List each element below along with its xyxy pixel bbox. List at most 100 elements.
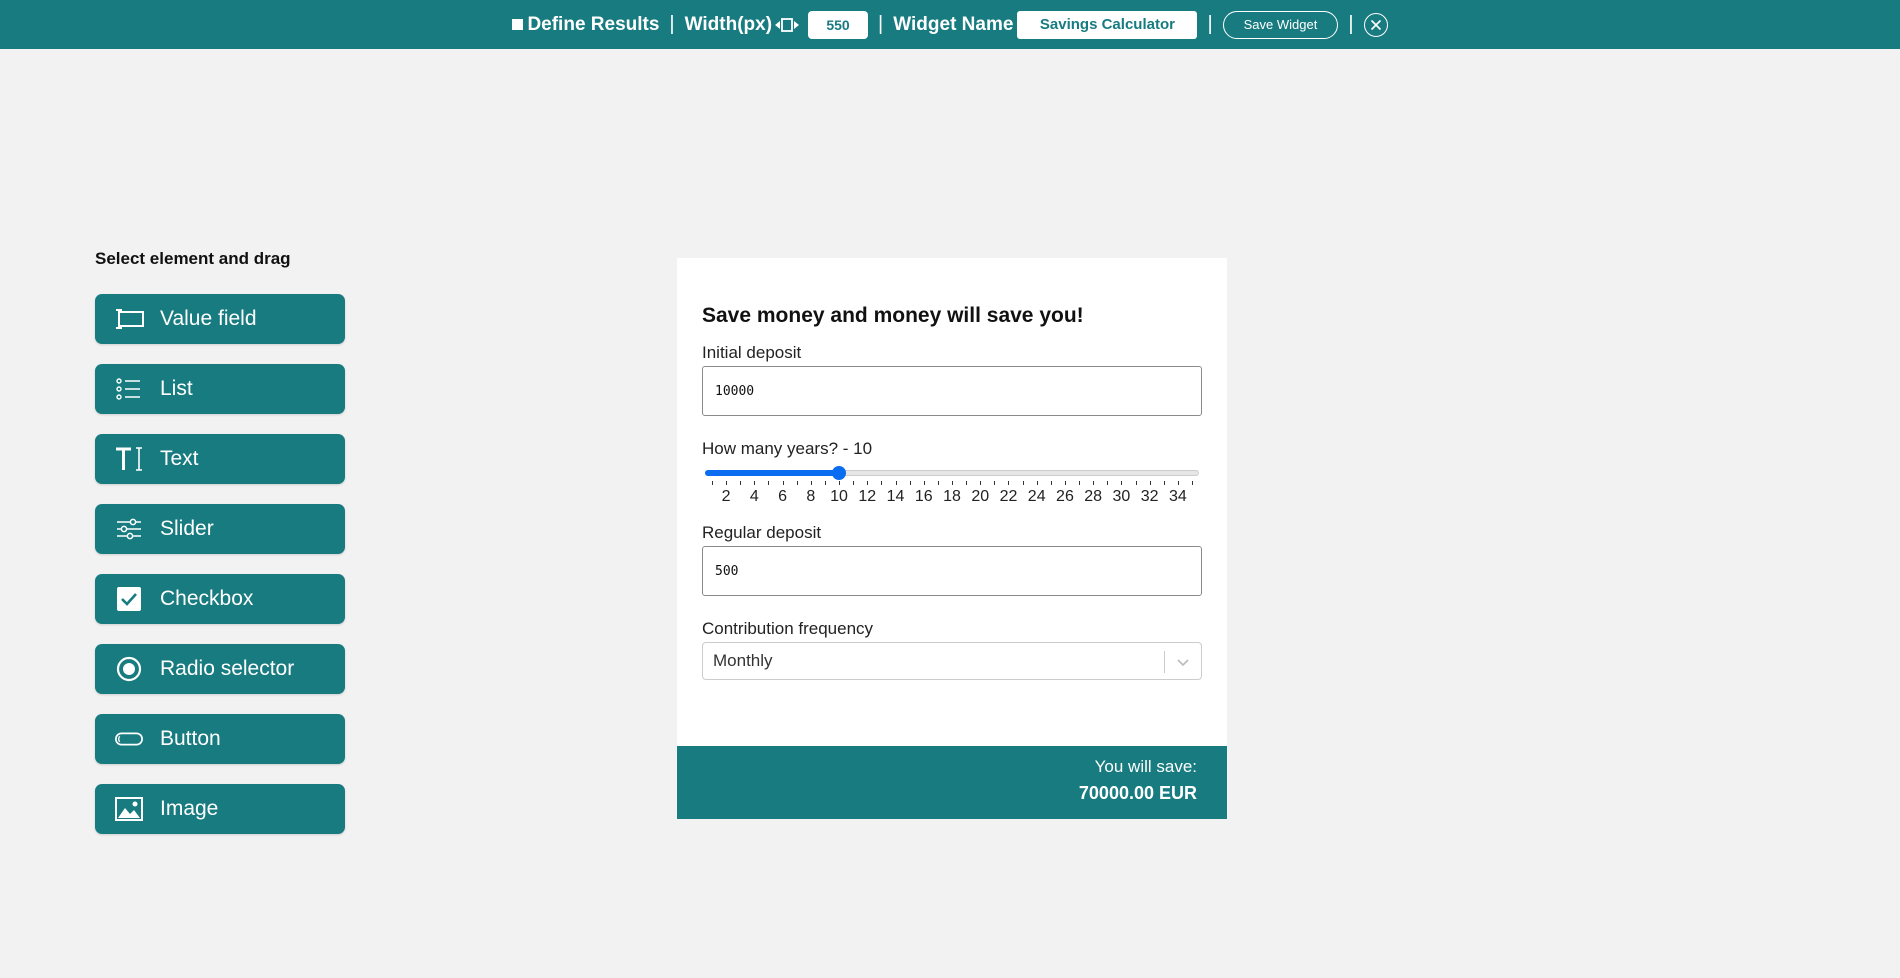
close-button[interactable] bbox=[1363, 12, 1388, 37]
checkbox-icon bbox=[114, 585, 144, 613]
palette-title: Select element and drag bbox=[95, 249, 291, 268]
slider-tick-label: 30 bbox=[1112, 488, 1131, 505]
slider-tick bbox=[1163, 481, 1165, 485]
palette-item-list[interactable]: List bbox=[95, 364, 345, 414]
slider-tick bbox=[782, 481, 784, 485]
slider-thumb[interactable] bbox=[832, 466, 847, 480]
radio-icon bbox=[114, 655, 144, 683]
separator: | bbox=[1348, 13, 1354, 35]
widget-heading: Save money and money will save you! bbox=[702, 304, 1084, 327]
resize-width-icon bbox=[774, 16, 800, 34]
slider-tick bbox=[1093, 481, 1095, 485]
slider-icon bbox=[114, 515, 144, 543]
slider-tick bbox=[881, 481, 883, 485]
regular-deposit-input[interactable]: 500 bbox=[702, 546, 1202, 596]
slider-tick-label: 6 bbox=[778, 488, 788, 505]
separator: | bbox=[669, 13, 675, 35]
years-label: How many years? - 10 bbox=[702, 439, 873, 458]
slider-tick bbox=[980, 481, 982, 485]
slider-tick-label: 8 bbox=[806, 488, 816, 505]
slider-tick bbox=[1121, 481, 1123, 485]
slider-tick bbox=[1135, 481, 1137, 485]
slider-fill bbox=[705, 470, 840, 476]
text-icon bbox=[114, 445, 144, 473]
slider-tick-label: 4 bbox=[749, 488, 759, 505]
top-toolbar: Define Results | Width(px) | Widget Name… bbox=[0, 0, 1900, 49]
result-footer: You will save: 70000.00 EUR bbox=[677, 746, 1227, 819]
slider-tick-label: 2 bbox=[721, 488, 731, 505]
slider-tick-label: 10 bbox=[830, 488, 848, 505]
define-results-toggle[interactable]: Define Results bbox=[512, 14, 659, 36]
slider-tick bbox=[923, 481, 925, 485]
define-results-checkbox[interactable] bbox=[512, 19, 524, 30]
slider-tick bbox=[824, 481, 826, 485]
slider-tick bbox=[994, 481, 996, 485]
years-slider[interactable]: 2 4 6 8 10 12 14 16 18 20 22 24 26 28 30 32 34 bbox=[702, 465, 1202, 511]
image-icon bbox=[114, 795, 144, 823]
palette-item-text[interactable]: Text bbox=[95, 434, 345, 484]
button-icon bbox=[114, 725, 144, 753]
slider-tick bbox=[1050, 481, 1052, 485]
value-field-icon bbox=[114, 305, 144, 333]
slider-tick bbox=[1149, 481, 1151, 485]
separator: | bbox=[878, 13, 884, 35]
slider-tick-label: 12 bbox=[858, 488, 877, 505]
slider-tick-label: 32 bbox=[1140, 488, 1159, 505]
slider-tick bbox=[1177, 481, 1179, 485]
palette-item-label: Image bbox=[160, 797, 219, 820]
slider-tick bbox=[712, 481, 713, 485]
slider-tick-label: 16 bbox=[914, 488, 933, 505]
initial-deposit-value: 10000 bbox=[715, 383, 755, 399]
slider-tick bbox=[754, 481, 756, 485]
slider-tick bbox=[867, 481, 869, 485]
frequency-label: Contribution frequency bbox=[702, 619, 874, 638]
result-label: You will save: bbox=[1094, 757, 1197, 776]
slider-tick-label: 14 bbox=[886, 488, 905, 505]
slider-tick bbox=[839, 481, 841, 485]
slider-tick-label: 20 bbox=[971, 488, 990, 505]
palette-item-image[interactable]: Image bbox=[95, 784, 345, 834]
separator: | bbox=[1207, 13, 1213, 35]
palette-item-radio[interactable]: Radio selector bbox=[95, 644, 345, 694]
width-label: Width(px) bbox=[684, 13, 773, 35]
initial-deposit-input[interactable]: 10000 bbox=[702, 366, 1202, 416]
slider-tick bbox=[1192, 481, 1193, 485]
initial-deposit-label: Initial deposit bbox=[702, 343, 802, 362]
width-input[interactable] bbox=[808, 10, 869, 39]
slider-tick-label: 18 bbox=[943, 488, 961, 505]
slider-tick bbox=[937, 481, 939, 485]
slider-tick bbox=[966, 481, 968, 485]
slider-tick bbox=[740, 481, 742, 485]
element-palette: Value field List Text Slider Checkbox Ra… bbox=[95, 294, 345, 854]
slider-tick bbox=[909, 481, 911, 485]
frequency-selected: Monthly bbox=[713, 651, 773, 670]
slider-tick bbox=[768, 481, 770, 485]
palette-item-button[interactable]: Button bbox=[95, 714, 345, 764]
palette-item-label: Slider bbox=[160, 517, 214, 540]
regular-deposit-value: 500 bbox=[715, 563, 739, 579]
close-icon bbox=[1370, 19, 1381, 30]
list-icon bbox=[114, 375, 144, 403]
palette-item-label: Checkbox bbox=[160, 587, 254, 610]
save-widget-button[interactable]: Save Widget bbox=[1222, 10, 1339, 39]
palette-item-label: List bbox=[160, 377, 193, 400]
slider-tick bbox=[1079, 481, 1081, 485]
define-results-label: Define Results bbox=[527, 13, 660, 35]
slider-tick bbox=[853, 481, 855, 485]
slider-tick bbox=[1022, 481, 1024, 485]
slider-tick bbox=[810, 481, 812, 485]
slider-tick-label: 26 bbox=[1056, 488, 1074, 505]
regular-deposit-label: Regular deposit bbox=[702, 523, 822, 542]
frequency-select[interactable]: Monthly bbox=[702, 642, 1202, 680]
palette-item-slider[interactable]: Slider bbox=[95, 504, 345, 554]
slider-tick bbox=[1107, 481, 1109, 485]
result-value: 70000.00 EUR bbox=[1078, 783, 1197, 803]
slider-tick-label: 22 bbox=[999, 488, 1018, 505]
slider-tick bbox=[726, 481, 728, 485]
palette-item-checkbox[interactable]: Checkbox bbox=[95, 574, 345, 624]
palette-item-value-field[interactable]: Value field bbox=[95, 294, 345, 344]
widget-name-input[interactable] bbox=[1017, 10, 1198, 39]
palette-item-label: Button bbox=[160, 727, 221, 750]
chevron-down-icon bbox=[1177, 659, 1189, 667]
slider-tick-label: 24 bbox=[1027, 488, 1046, 505]
